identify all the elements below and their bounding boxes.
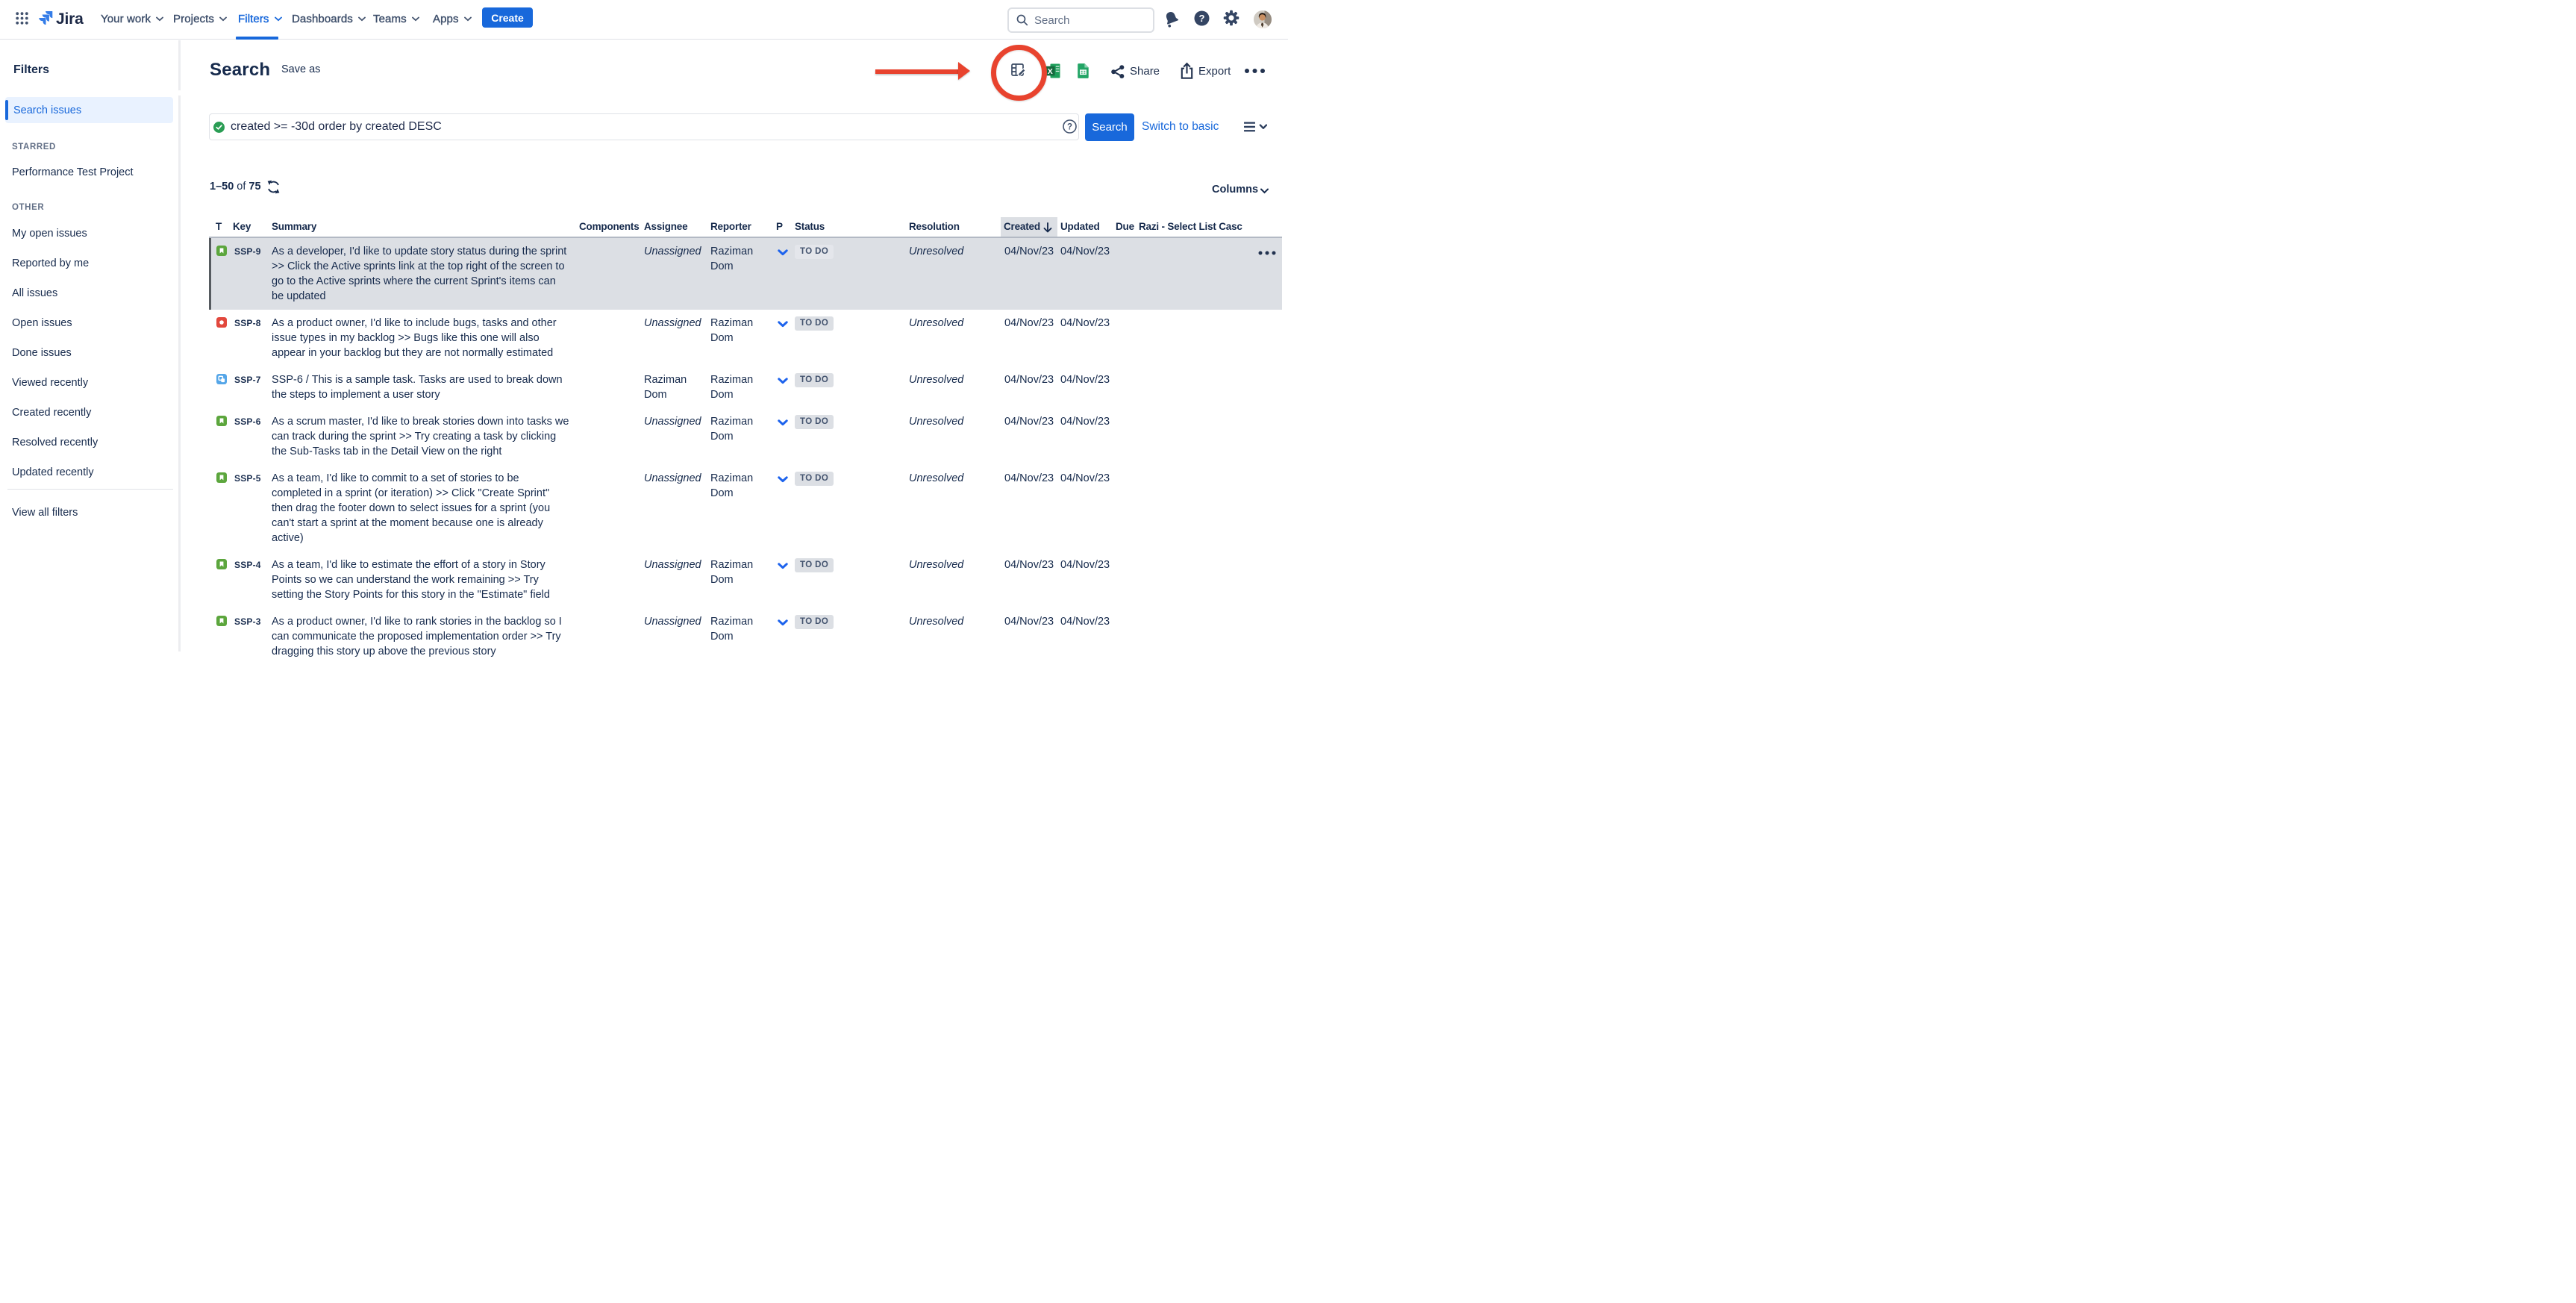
svg-text:X: X xyxy=(1048,67,1053,76)
svg-text:?: ? xyxy=(1199,13,1205,24)
svg-text:?: ? xyxy=(1067,123,1072,132)
